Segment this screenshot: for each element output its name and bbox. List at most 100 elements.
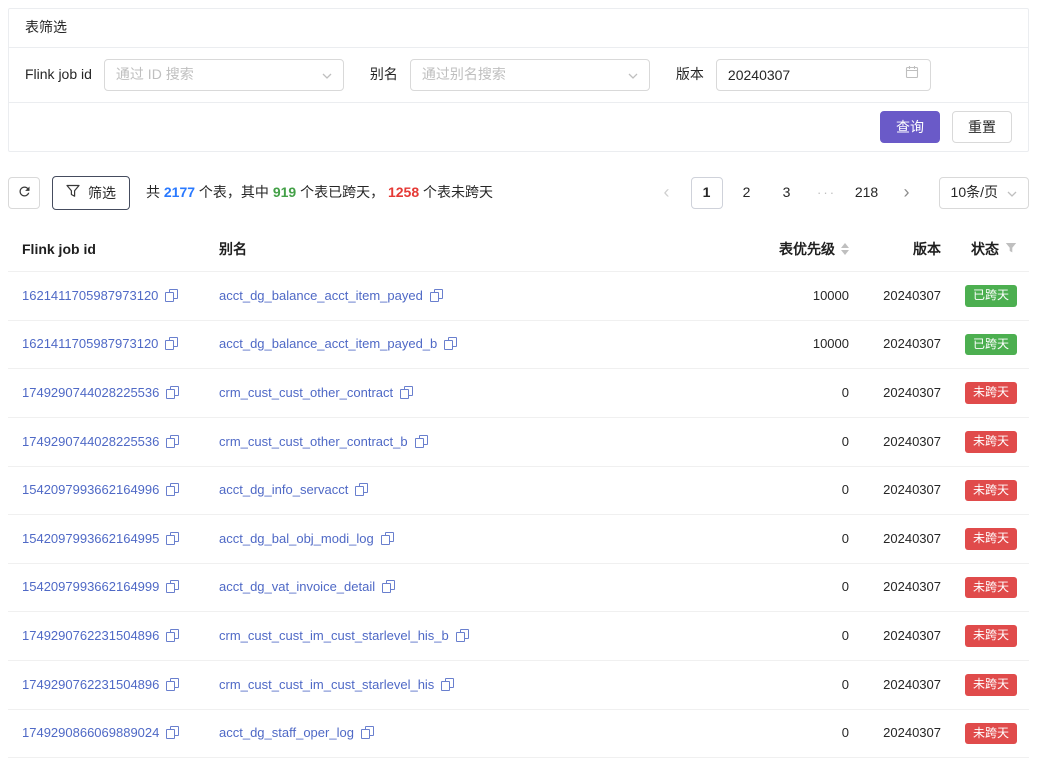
alias-link[interactable]: crm_cust_cust_other_contract_b bbox=[219, 434, 408, 449]
table-row: 1749290866069889024 acct_dg_staff_oper_l… bbox=[8, 709, 1029, 758]
copy-icon[interactable] bbox=[415, 435, 428, 448]
alias-label: 别名 bbox=[370, 65, 398, 85]
flink-job-id-link[interactable]: 1749290744028225536 bbox=[22, 385, 159, 400]
page-button-3[interactable]: 3 bbox=[771, 177, 803, 209]
column-header-alias: 别名 bbox=[205, 230, 629, 272]
version-label: 版本 bbox=[676, 65, 704, 85]
version-value: 20240307 bbox=[849, 612, 941, 661]
priority-header-label: 表优先级 bbox=[779, 240, 835, 260]
page-size-label: 10条/页 bbox=[951, 183, 998, 203]
copy-icon[interactable] bbox=[165, 337, 178, 350]
copy-icon[interactable] bbox=[166, 726, 179, 739]
reset-button[interactable]: 重置 bbox=[952, 111, 1012, 143]
flink-job-id-link[interactable]: 1749290762231504896 bbox=[22, 628, 159, 643]
alias-link[interactable]: acct_dg_bal_obj_modi_log bbox=[219, 531, 374, 546]
table-header-row: Flink job id 别名 表优先级 版本 状态 bbox=[8, 230, 1029, 272]
column-header-version: 版本 bbox=[849, 230, 941, 272]
copy-icon[interactable] bbox=[430, 289, 443, 302]
copy-icon[interactable] bbox=[166, 386, 179, 399]
alias-placeholder: 通过别名搜索 bbox=[422, 65, 506, 85]
alias-link[interactable]: crm_cust_cust_im_cust_starlevel_his bbox=[219, 677, 434, 692]
page-button-1[interactable]: 1 bbox=[691, 177, 723, 209]
filter-toggle-button[interactable]: 筛选 bbox=[52, 176, 130, 210]
copy-icon[interactable] bbox=[165, 289, 178, 302]
page-button-last[interactable]: 218 bbox=[851, 177, 883, 209]
alias-link[interactable]: acct_dg_balance_acct_item_payed bbox=[219, 288, 423, 303]
pagination-top: ‹ 1 2 3 ··· 218 › 10条/页 bbox=[651, 177, 1029, 209]
priority-value: 0 bbox=[629, 612, 849, 661]
alias-link[interactable]: crm_cust_cust_other_contract bbox=[219, 385, 393, 400]
version-value: 20240307 bbox=[849, 563, 941, 612]
calendar-icon bbox=[905, 65, 919, 85]
alias-link[interactable]: acct_dg_info_servacct bbox=[219, 482, 348, 497]
status-filter-funnel-icon[interactable] bbox=[1005, 240, 1017, 260]
page-size-select[interactable]: 10条/页 bbox=[939, 177, 1029, 209]
page-button-2[interactable]: 2 bbox=[731, 177, 763, 209]
column-header-status: 状态 bbox=[941, 230, 1029, 272]
copy-icon[interactable] bbox=[382, 580, 395, 593]
alias-link[interactable]: crm_cust_cust_im_cust_starlevel_his_b bbox=[219, 628, 449, 643]
copy-icon[interactable] bbox=[166, 629, 179, 642]
copy-icon[interactable] bbox=[444, 337, 457, 350]
copy-icon[interactable] bbox=[400, 386, 413, 399]
status-badge: 未跨天 bbox=[965, 723, 1017, 745]
pagination-ellipsis[interactable]: ··· bbox=[811, 177, 843, 209]
summary-mid1: 个表，其中 bbox=[195, 184, 273, 200]
copy-icon[interactable] bbox=[166, 483, 179, 496]
alias-link[interactable]: acct_dg_vat_invoice_detail bbox=[219, 579, 375, 594]
column-header-flink-job-id: Flink job id bbox=[8, 230, 205, 272]
copy-icon[interactable] bbox=[355, 483, 368, 496]
version-input[interactable] bbox=[728, 67, 888, 83]
priority-value: 0 bbox=[629, 563, 849, 612]
flink-job-id-link[interactable]: 1749290866069889024 bbox=[22, 725, 159, 740]
flink-job-id-link[interactable]: 1621411705987973120 bbox=[22, 336, 158, 351]
tables-list: Flink job id 别名 表优先级 版本 状态 bbox=[8, 230, 1029, 759]
column-header-priority: 表优先级 bbox=[629, 230, 849, 272]
alias-link[interactable]: acct_dg_staff_oper_log bbox=[219, 725, 354, 740]
toolbar: 筛选 共 2177 个表，其中 919 个表已跨天， 1258 个表未跨天 ‹ … bbox=[8, 176, 1029, 210]
prev-page-button[interactable]: ‹ bbox=[651, 177, 683, 209]
table-row: 1749290744028225536 crm_cust_cust_other_… bbox=[8, 369, 1029, 418]
summary-prefix: 共 bbox=[146, 184, 164, 200]
priority-value: 0 bbox=[629, 660, 849, 709]
table-row: 1621411705987973120 acct_dg_balance_acct… bbox=[8, 272, 1029, 321]
copy-icon[interactable] bbox=[361, 726, 374, 739]
copy-icon[interactable] bbox=[456, 629, 469, 642]
summary-crossed: 919 bbox=[273, 184, 296, 200]
refresh-button[interactable] bbox=[8, 177, 40, 209]
flink-job-id-link[interactable]: 1749290744028225536 bbox=[22, 434, 159, 449]
copy-icon[interactable] bbox=[166, 678, 179, 691]
priority-value: 10000 bbox=[629, 272, 849, 321]
sort-icon[interactable] bbox=[841, 243, 849, 255]
copy-icon[interactable] bbox=[441, 678, 454, 691]
copy-icon[interactable] bbox=[166, 532, 179, 545]
summary-mid2: 个表已跨天， bbox=[296, 184, 388, 200]
summary-suffix: 个表未跨天 bbox=[419, 184, 493, 200]
alias-field: 别名 通过别名搜索 bbox=[370, 59, 650, 91]
alias-select[interactable]: 通过别名搜索 bbox=[410, 59, 650, 91]
flink-job-id-link[interactable]: 1542097993662164999 bbox=[22, 579, 159, 594]
copy-icon[interactable] bbox=[166, 435, 179, 448]
priority-value: 0 bbox=[629, 515, 849, 564]
priority-value: 0 bbox=[629, 709, 849, 758]
flink-job-id-placeholder: 通过 ID 搜索 bbox=[116, 65, 194, 85]
alias-link[interactable]: acct_dg_balance_acct_item_payed_b bbox=[219, 336, 437, 351]
table-row: 1749290762231504896 crm_cust_cust_im_cus… bbox=[8, 660, 1029, 709]
table-row: 1542097993662164999 acct_dg_vat_invoice_… bbox=[8, 563, 1029, 612]
flink-job-id-select[interactable]: 通过 ID 搜索 bbox=[104, 59, 344, 91]
flink-job-id-link[interactable]: 1542097993662164995 bbox=[22, 531, 159, 546]
next-page-button[interactable]: › bbox=[891, 177, 923, 209]
version-value: 20240307 bbox=[849, 369, 941, 418]
version-date-input[interactable] bbox=[716, 59, 931, 91]
chevron-down-icon bbox=[1007, 183, 1017, 203]
priority-value: 0 bbox=[629, 417, 849, 466]
flink-job-id-link[interactable]: 1621411705987973120 bbox=[22, 288, 158, 303]
query-button[interactable]: 查询 bbox=[880, 111, 940, 143]
status-badge: 未跨天 bbox=[965, 431, 1017, 453]
filter-actions: 查询 重置 bbox=[9, 103, 1028, 151]
status-badge: 未跨天 bbox=[965, 480, 1017, 502]
copy-icon[interactable] bbox=[381, 532, 394, 545]
flink-job-id-link[interactable]: 1749290762231504896 bbox=[22, 677, 159, 692]
copy-icon[interactable] bbox=[166, 580, 179, 593]
flink-job-id-link[interactable]: 1542097993662164996 bbox=[22, 482, 159, 497]
